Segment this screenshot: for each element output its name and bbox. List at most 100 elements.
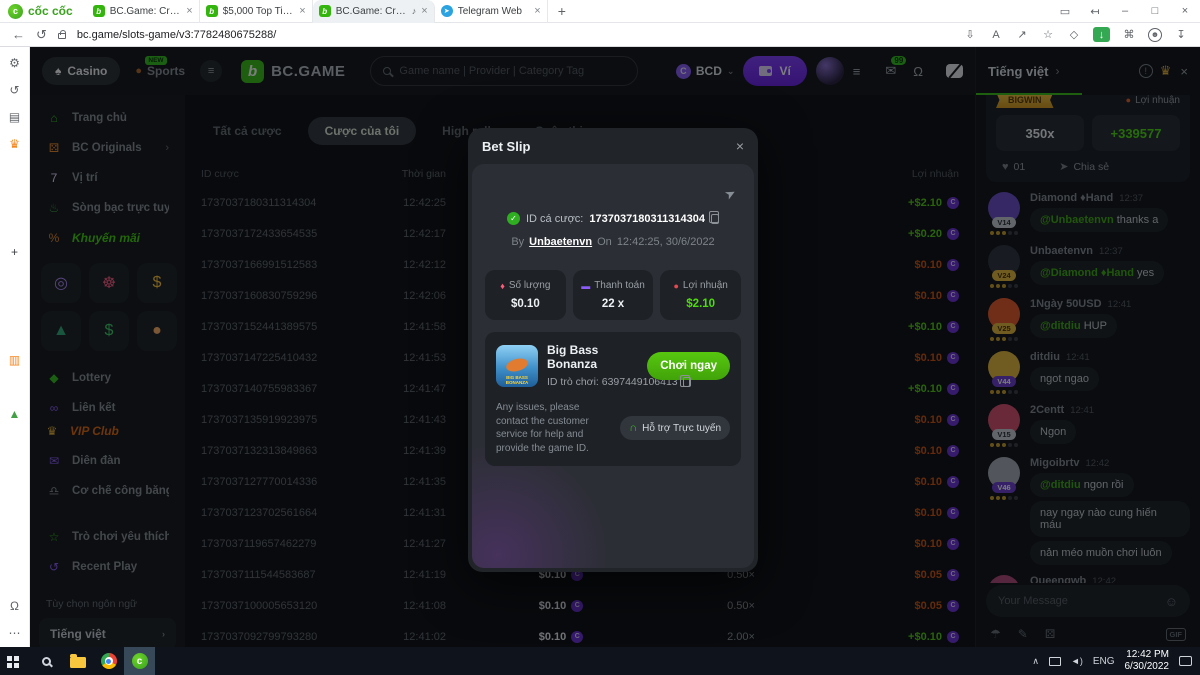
sidebar-collapse-icon[interactable]: ↤ [1080,5,1110,18]
extensions-icon[interactable]: ⌘ [1122,27,1136,42]
news24-icon[interactable]: 24 [6,324,23,341]
notifications-bell-icon[interactable]: Ω [6,597,23,614]
live-support-button[interactable]: ∩ Hỗ trợ Trực tuyến [620,416,730,440]
share-icon[interactable]: ↗ [1015,27,1029,42]
adblock-shield-icon[interactable]: ◇ [1067,27,1081,42]
action-center-icon[interactable] [1179,656,1192,666]
downloads-icon[interactable]: ↧ [1174,27,1188,42]
tab-telegram[interactable]: Telegram Web × [435,0,548,23]
browser-tab-bar: c cốc cốc BC.Game: Crypto Casino Gan × $… [0,0,1200,23]
games-icon[interactable]: ◆ [6,216,23,233]
language-indicator[interactable]: ENG [1093,656,1115,667]
share-icon[interactable]: ➤ [722,184,739,203]
tab-close-icon[interactable]: × [186,5,192,17]
bet-datetime: 12:42:25, 30/6/2022 [616,236,715,248]
game-thumbnail-text: BIG BASS BONANZA [505,374,529,385]
tab-favicon [92,5,105,17]
add-icon[interactable]: + [6,243,23,260]
network-icon[interactable] [1048,656,1061,666]
start-button[interactable] [0,647,31,675]
url-text[interactable]: bc.game/slots-game/v3:7782480675288/ [77,29,276,41]
verified-icon: ✓ [506,212,520,225]
stat-amount: ♦ Số lượng $0.10 [485,270,566,320]
bet-id-value: 1737037180311314304 [589,212,705,225]
bettor-username-link[interactable]: Unbaetenvn [529,236,592,248]
copy-icon[interactable] [680,374,691,387]
translate-icon[interactable]: A [989,27,1003,42]
address-bar-icons: ⇩ A ↗ ☆ ◇ ↓ ⌘ ☻ ↧ [963,27,1188,42]
stat-payout: ▬ Thanh toán 22 x [572,270,654,320]
modal-title: Bet Slip [482,138,531,154]
tab-close-icon[interactable]: × [421,5,427,17]
sheet-icon[interactable]: ▦ [6,378,23,395]
tab-title: $5,000 Top Tier Pragmatic Pl [222,5,295,17]
maximize-button[interactable]: □ [1140,5,1170,17]
download-manager-icon[interactable]: ↓ [1093,27,1110,42]
reload-icon[interactable]: ↺ [36,27,47,43]
crown-icon[interactable]: ♛ [6,135,23,152]
help-text: Any issues, please contact the customer … [496,402,589,454]
new-tab-button[interactable]: + [548,3,576,19]
messenger-icon[interactable]: ➤ [6,162,23,179]
ssl-lock-icon[interactable] [57,30,66,39]
cart-icon[interactable]: ▥ [6,351,23,368]
tab-bcgame-1[interactable]: BC.Game: Crypto Casino Gan × [87,0,200,23]
copy-icon[interactable] [708,211,719,224]
more-options-icon[interactable]: ⋯ [6,624,23,641]
youtube-icon[interactable]: ▶ [6,270,23,287]
feed-icon[interactable]: ▤ [6,108,23,125]
tab-bcgame-active[interactable]: BC.Game: Crypto Casino ♪ × [312,0,435,23]
facebook-icon[interactable]: f [6,297,23,314]
folder-icon [69,654,86,668]
file-explorer-button[interactable] [62,647,93,675]
zalo-icon[interactable]: Z [6,189,23,206]
coccoc-button[interactable]: c [124,647,155,675]
bet-slip-modal: Bet Slip × ➤ ✓ ID cá cược: 1737037180311… [468,128,758,572]
tab-audio-icon[interactable]: ♪ [412,6,417,16]
taskbar-search-button[interactable] [31,647,62,675]
address-bar: ← ↺ bc.game/slots-game/v3:7782480675288/… [0,23,1200,47]
bet-stats: ♦ Số lượng $0.10 ▬ Thanh toán 22 x ● Lợi nh… [485,270,742,320]
clock[interactable]: 12:42 PM 6/30/2022 [1125,649,1170,673]
window-controls: ▭ ↤ – □ × [1050,5,1200,18]
settings-icon[interactable]: ⚙ [6,54,23,71]
tab-pragmatic[interactable]: $5,000 Top Tier Pragmatic Pl × [200,0,313,23]
close-button[interactable]: × [1170,5,1200,17]
bookmark-star-icon[interactable]: ☆ [1041,27,1055,42]
browser-brand[interactable]: c cốc cốc [0,3,87,19]
tab-title: Telegram Web [457,5,522,17]
game-row: BIG BASS BONANZA Big Bass Bonanza ID trò… [496,343,730,388]
tray-expand-icon[interactable]: ∧ [1032,656,1039,667]
game-info: Big Bass Bonanza ID trò chơi: 6397449106… [547,343,691,388]
game-title: Big Bass Bonanza [547,343,599,371]
stat-icon: ▬ [581,280,591,291]
chrome-button[interactable] [93,647,124,675]
game-card: BIG BASS BONANZA Big Bass Bonanza ID trò… [485,332,741,466]
tab-favicon [205,5,218,17]
tab-close-icon[interactable]: × [534,5,540,17]
browser-sidebar: ⚙ ↺ ▤ ♛ ➤ Z ◆ + ▶ f 24 ▥ ▦ ▲ Ω ⋯ [0,47,30,647]
support-row: Any issues, please contact the customer … [496,401,730,455]
browser-sidebar-icons: ⚙ ↺ ▤ ♛ ➤ Z ◆ + ▶ f 24 ▥ ▦ ▲ [6,54,23,422]
history-icon[interactable]: ↺ [6,81,23,98]
by-label: By [511,236,525,248]
bet-id-label: ID cá cược: [525,212,584,225]
school-icon[interactable]: ▲ [6,405,23,422]
back-icon[interactable]: ← [12,27,25,42]
stat-icon: ♦ [500,280,505,291]
tab-favicon [440,5,453,17]
game-thumbnail[interactable]: BIG BASS BONANZA [496,344,538,387]
tab-close-icon[interactable]: × [299,5,305,17]
modal-body: ➤ ✓ ID cá cược: 1737037180311314304 By U… [472,164,754,568]
modal-close-icon[interactable]: × [736,138,744,154]
stat-value: 22 x [601,298,625,310]
save-page-icon[interactable]: ⇩ [963,27,977,42]
headset-icon: ∩ [629,422,638,434]
tab-title: BC.Game: Crypto Casino Gan [109,5,182,17]
bet-author-row: By Unbaetenvn On 12:42:25, 30/6/2022 [472,236,754,248]
profile-icon[interactable]: ☻ [1148,27,1162,42]
system-tray: ∧ ◄) ENG 12:42 PM 6/30/2022 [1032,649,1200,673]
tab-search-icon[interactable]: ▭ [1050,5,1080,18]
minimize-button[interactable]: – [1110,5,1140,17]
volume-icon[interactable]: ◄) [1071,656,1083,666]
